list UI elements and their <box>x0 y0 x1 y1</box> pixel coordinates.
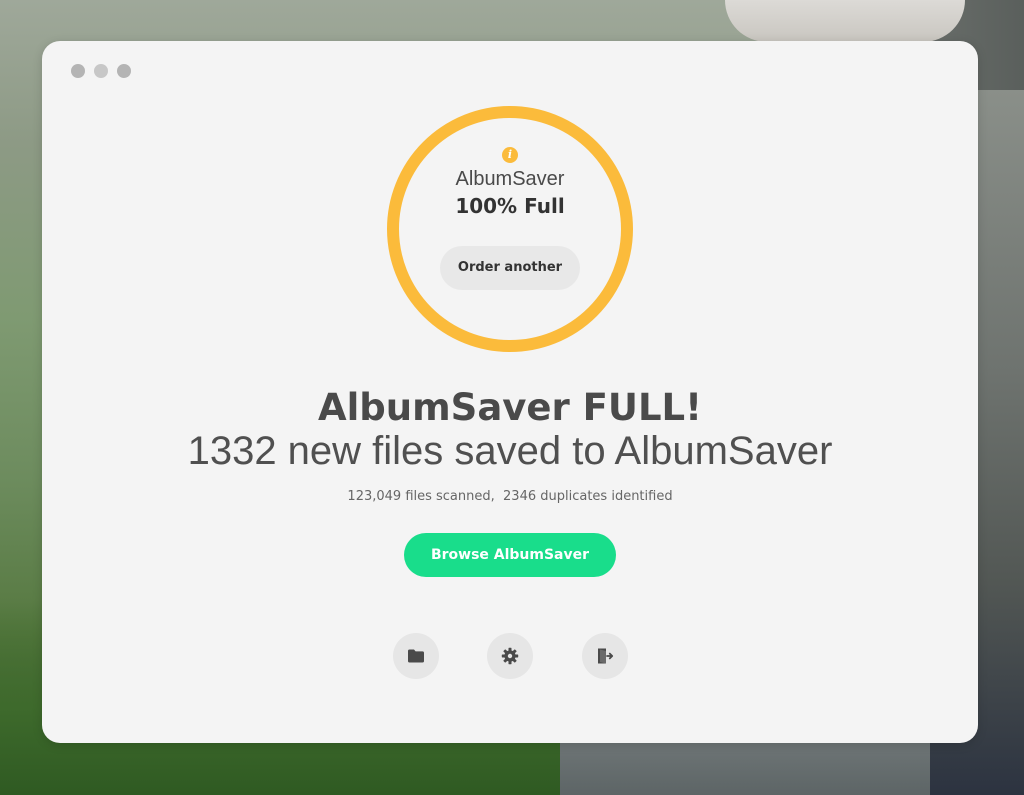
folder-button[interactable] <box>393 633 439 679</box>
minimize-window-button[interactable] <box>94 64 108 78</box>
order-another-button[interactable]: Order another <box>440 246 580 290</box>
gear-icon <box>501 647 519 665</box>
background-person-head <box>725 0 965 42</box>
page-subheadline: 1332 new files saved to AlbumSaver <box>187 429 833 473</box>
background-person-legs <box>560 742 930 795</box>
page-headline: AlbumSaver FULL! <box>317 386 702 429</box>
exit-icon <box>598 648 614 664</box>
settings-button[interactable] <box>487 633 533 679</box>
capacity-ring: i AlbumSaver 100% Full Order another <box>387 106 633 352</box>
app-window: i AlbumSaver 100% Full Order another Alb… <box>42 41 978 743</box>
window-controls <box>71 64 131 78</box>
maximize-window-button[interactable] <box>117 64 131 78</box>
browse-albumsaver-button[interactable]: Browse AlbumSaver <box>404 533 616 577</box>
folder-icon <box>408 649 424 663</box>
scan-stats: 123,049 files scanned, 2346 duplicates i… <box>347 489 673 504</box>
close-window-button[interactable] <box>71 64 85 78</box>
info-icon[interactable]: i <box>502 147 518 163</box>
ring-capacity-status: 100% Full <box>455 194 565 218</box>
ring-app-name: AlbumSaver <box>455 168 565 190</box>
exit-button[interactable] <box>582 633 628 679</box>
